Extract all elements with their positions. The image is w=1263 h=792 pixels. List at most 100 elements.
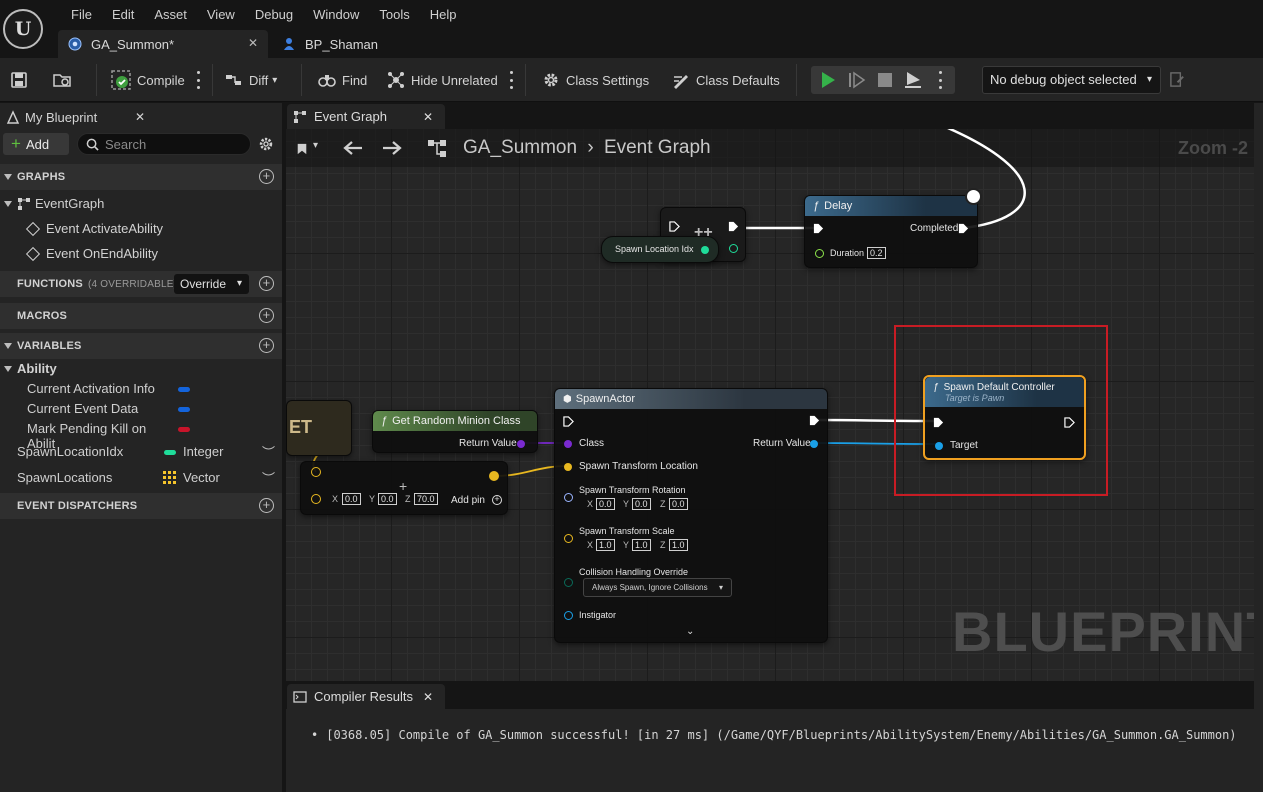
exec-in-pin-icon[interactable] [563, 416, 574, 427]
vector-out-pin-icon[interactable] [489, 471, 499, 481]
hide-unrelated-button[interactable]: Hide Unrelated [387, 58, 498, 102]
debug-object-select[interactable]: No debug object selected ▾ [982, 66, 1161, 94]
hide-unrelated-options-icon[interactable] [509, 71, 513, 89]
step-icon[interactable] [848, 71, 866, 89]
add-pin-button[interactable]: Add pin [451, 495, 485, 506]
graphs-section-header[interactable]: GRAPHS + [0, 164, 282, 190]
doc-tab-bp-shaman[interactable]: BP_Shaman [276, 30, 378, 58]
int-out-pin-icon[interactable] [729, 244, 738, 253]
add-macro-icon[interactable]: + [259, 308, 274, 323]
collision-handling-dropdown[interactable]: Always Spawn, Ignore Collisions ▾ [583, 578, 732, 597]
exec-in-pin-icon[interactable] [813, 223, 824, 234]
vector-pin-icon[interactable] [564, 534, 573, 543]
compile-options-icon[interactable] [196, 71, 200, 89]
rotator-pin-icon[interactable] [564, 493, 573, 502]
scale-y-input[interactable]: 1.0 [632, 539, 651, 551]
float-pin-icon[interactable] [815, 249, 824, 258]
rotation-z-input[interactable]: 0.0 [669, 498, 688, 510]
tab-event-graph[interactable]: Event Graph ✕ [287, 104, 445, 129]
variables-section-header[interactable]: VARIABLES + [0, 333, 282, 359]
add-function-icon[interactable]: + [259, 276, 274, 291]
settings-gear-icon[interactable] [258, 136, 274, 152]
eject-icon[interactable] [904, 71, 922, 89]
unreal-logo-icon[interactable]: U [3, 9, 43, 49]
doc-tab-ga-summon[interactable]: GA_Summon* ✕ [58, 30, 268, 58]
variable-category-ability[interactable]: Ability [4, 361, 57, 376]
menu-edit[interactable]: Edit [102, 6, 144, 24]
search-input[interactable] [105, 136, 245, 152]
vector-z-input[interactable]: 70.0 [414, 493, 438, 505]
add-variable-icon[interactable]: + [259, 338, 274, 353]
close-icon[interactable]: ✕ [423, 110, 433, 124]
class-settings-button[interactable]: Class Settings [542, 58, 649, 102]
eye-icon[interactable]: ︶ [262, 468, 275, 487]
variable-row[interactable]: Current Event Data [0, 399, 282, 419]
play-options-icon[interactable] [938, 71, 942, 89]
stop-icon[interactable] [876, 71, 894, 89]
object-pin-icon[interactable] [564, 611, 573, 620]
menu-window[interactable]: Window [303, 6, 369, 24]
rotation-x-input[interactable]: 0.0 [596, 498, 615, 510]
exec-out-pin-icon[interactable] [1064, 417, 1075, 428]
class-defaults-button[interactable]: Class Defaults [672, 58, 780, 102]
tab-my-blueprint[interactable]: My Blueprint ✕ [0, 104, 155, 130]
vector-in-pin-icon[interactable] [311, 467, 321, 477]
find-button[interactable]: Find [318, 58, 367, 102]
add-dispatcher-icon[interactable]: + [259, 498, 274, 513]
add-graph-icon[interactable]: + [259, 169, 274, 184]
event-dispatchers-section-header[interactable]: EVENT DISPATCHERS + [0, 493, 282, 519]
compiler-message[interactable]: • [0368.05] Compile of GA_Summon successf… [311, 728, 1237, 742]
variable-row[interactable]: Current Activation Info [0, 379, 282, 399]
vector-x-input[interactable]: 0.0 [342, 493, 361, 505]
rotation-y-input[interactable]: 0.0 [632, 498, 651, 510]
vector-y-input[interactable]: 0.0 [378, 493, 397, 505]
menu-debug[interactable]: Debug [245, 6, 303, 24]
class-pin-icon[interactable] [517, 440, 525, 448]
duration-input[interactable]: 0.2 [867, 247, 886, 259]
partial-node[interactable]: ET [286, 400, 352, 456]
debug-filter-icon[interactable] [1169, 71, 1186, 88]
spawn-actor-node[interactable]: ⬢ SpawnActor Class Return Value Spawn Tr… [554, 388, 828, 643]
get-random-minion-class-node[interactable]: ƒ Get Random Minion Class Return Value [372, 410, 538, 453]
tree-item-event-activate[interactable]: Event ActivateAbility [25, 221, 163, 236]
int-pin-icon[interactable] [701, 246, 709, 254]
variable-row[interactable]: Mark Pending Kill on Abilit [0, 419, 282, 451]
macros-section-header[interactable]: MACROS + [0, 303, 282, 329]
exec-in-pin-icon[interactable] [933, 417, 944, 428]
close-icon[interactable]: ✕ [423, 690, 433, 704]
menu-asset[interactable]: Asset [144, 6, 197, 24]
vector-pin-icon[interactable] [311, 494, 321, 504]
menu-help[interactable]: Help [420, 6, 467, 24]
close-icon[interactable]: ✕ [248, 36, 258, 50]
save-button[interactable] [10, 58, 34, 102]
exec-out-pin-icon[interactable] [809, 415, 820, 426]
play-icon[interactable] [819, 71, 837, 89]
variable-row[interactable]: SpawnLocationIdx Integer ︶ [0, 442, 282, 462]
tab-compiler-results[interactable]: Compiler Results ✕ [287, 684, 445, 709]
tree-item-eventgraph[interactable]: EventGraph [4, 196, 104, 211]
eye-icon[interactable]: ︶ [262, 442, 275, 461]
expand-chevron-icon[interactable]: ⌄ [686, 626, 694, 637]
variable-row[interactable]: SpawnLocations Vector ︶ [0, 468, 282, 488]
browse-button[interactable] [53, 58, 77, 102]
make-vector-node[interactable]: + X 0.0 Y 0.0 Z 70.0 Add pin + [300, 461, 508, 515]
add-pin-icon[interactable]: + [492, 495, 502, 505]
event-graph-canvas[interactable]: ▾ GA_Summon › Event Graph Zoom -2 ET ++ … [286, 129, 1254, 681]
diff-button[interactable]: Diff ▾ [225, 58, 277, 102]
spawn-location-idx-getter[interactable]: Spawn Location Idx [601, 236, 719, 263]
close-icon[interactable]: ✕ [135, 110, 145, 124]
add-button[interactable]: + Add [3, 133, 69, 155]
object-pin-icon[interactable] [935, 442, 943, 450]
menu-tools[interactable]: Tools [369, 6, 419, 24]
vector-pin-icon[interactable] [564, 463, 572, 471]
tree-item-event-end[interactable]: Event OnEndAbility [25, 246, 158, 261]
object-pin-icon[interactable] [810, 440, 818, 448]
exec-out-pin-icon[interactable] [728, 221, 739, 232]
scale-z-input[interactable]: 1.0 [669, 539, 688, 551]
class-pin-icon[interactable] [564, 440, 572, 448]
exec-out-pin-icon[interactable] [958, 223, 969, 234]
spawn-default-controller-node[interactable]: ƒ Spawn Default Controller Target is Pawn… [923, 375, 1086, 460]
exec-in-pin-icon[interactable] [669, 221, 680, 232]
override-dropdown[interactable]: Override ▾ [174, 274, 249, 294]
menu-file[interactable]: File [61, 6, 102, 24]
